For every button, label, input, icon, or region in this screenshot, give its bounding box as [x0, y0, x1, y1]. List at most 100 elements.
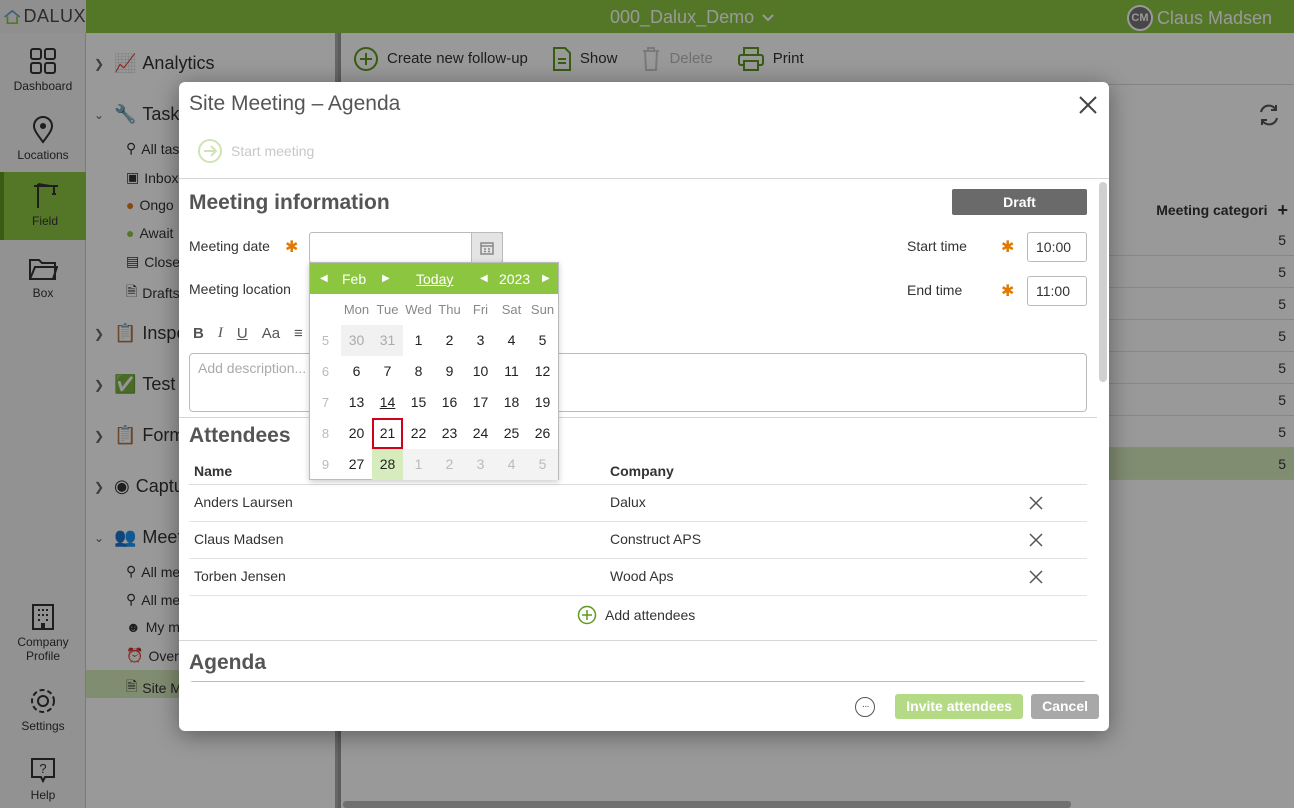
- next-year-icon[interactable]: ▶: [542, 273, 550, 284]
- attendee-company: Construct APS: [610, 531, 702, 547]
- calendar-day[interactable]: 3: [465, 325, 496, 356]
- calendar-day[interactable]: 21: [372, 418, 403, 449]
- meeting-date-label: Meeting date: [189, 238, 270, 254]
- calendar-day[interactable]: 8: [403, 356, 434, 387]
- weekday-header: Thu: [438, 302, 461, 317]
- rich-text-toolbar: B I U Aa ≡: [193, 325, 303, 342]
- more-options-icon[interactable]: ···: [855, 696, 876, 717]
- attendee-row: Claus Madsen Construct APS: [189, 522, 1087, 559]
- meeting-location-label: Meeting location: [189, 281, 291, 297]
- divider: [179, 640, 1097, 641]
- calendar-day[interactable]: 22: [403, 418, 434, 449]
- calendar-day[interactable]: 15: [403, 387, 434, 418]
- calendar-day[interactable]: 10: [465, 356, 496, 387]
- add-attendees-button[interactable]: Add attendees: [577, 605, 695, 625]
- start-time-input[interactable]: [1027, 232, 1087, 262]
- start-time-label: Start time: [907, 238, 967, 254]
- remove-attendee-icon[interactable]: [1029, 533, 1043, 547]
- date-picker-header: ◀ Feb ▶ Today ◀ 2023 ▶: [310, 263, 558, 294]
- start-meeting-label: Start meeting: [231, 143, 315, 159]
- dialog-footer: ··· Invite attendees Cancel: [179, 682, 1109, 731]
- calendar-day[interactable]: 27: [341, 449, 372, 480]
- calendar-button[interactable]: [471, 232, 503, 263]
- calendar-day[interactable]: 3: [465, 449, 496, 480]
- calendar-day[interactable]: 9: [434, 356, 465, 387]
- status-badge: Draft: [952, 189, 1087, 215]
- calendar-day[interactable]: 16: [434, 387, 465, 418]
- calendar-day[interactable]: 13: [341, 387, 372, 418]
- meeting-information-title: Meeting information: [189, 191, 390, 214]
- calendar-day[interactable]: 5: [527, 449, 558, 480]
- calendar-day[interactable]: 11: [496, 356, 527, 387]
- weekday-header: Fri: [472, 302, 489, 317]
- calendar-day[interactable]: 26: [527, 418, 558, 449]
- calendar-day[interactable]: 19: [527, 387, 558, 418]
- column-name: Name: [194, 463, 233, 479]
- attendee-name: Torben Jensen: [194, 568, 286, 584]
- attendee-company: Dalux: [610, 494, 646, 510]
- dialog-scrollbar[interactable]: [1099, 182, 1107, 382]
- calendar-day[interactable]: 28: [372, 449, 403, 480]
- required-asterisk-icon: ✱: [285, 239, 299, 256]
- calendar-day[interactable]: 7: [372, 356, 403, 387]
- prev-month-icon[interactable]: ◀: [320, 273, 328, 284]
- calendar-day[interactable]: 12: [527, 356, 558, 387]
- year-label[interactable]: 2023: [499, 271, 530, 287]
- end-time-input[interactable]: [1027, 276, 1087, 306]
- remove-attendee-icon[interactable]: [1029, 496, 1043, 510]
- attendee-name: Anders Laursen: [194, 494, 293, 510]
- attendee-row: Anders Laursen Dalux: [189, 485, 1087, 522]
- week-number: 9: [321, 457, 330, 472]
- bold-button[interactable]: B: [193, 325, 204, 342]
- start-meeting-button[interactable]: Start meeting: [197, 138, 314, 164]
- week-number: 5: [321, 333, 330, 348]
- calendar-day[interactable]: 5: [527, 325, 558, 356]
- italic-button[interactable]: I: [218, 325, 223, 342]
- calendar-day[interactable]: 31: [372, 325, 403, 356]
- attendee-row: Torben Jensen Wood Aps: [189, 559, 1087, 596]
- calendar-day[interactable]: 17: [465, 387, 496, 418]
- weekday-header: Wed: [405, 302, 432, 317]
- add-circle-icon: [577, 605, 597, 625]
- agenda-title: Agenda: [189, 651, 267, 674]
- calendar-day[interactable]: 30: [341, 325, 372, 356]
- arrow-right-circle-icon: [198, 139, 222, 163]
- calendar-day[interactable]: 24: [465, 418, 496, 449]
- month-label[interactable]: Feb: [342, 271, 366, 287]
- invite-attendees-button[interactable]: Invite attendees: [895, 694, 1024, 719]
- today-button[interactable]: Today: [416, 271, 453, 287]
- date-picker: ◀ Feb ▶ Today ◀ 2023 ▶ Mon Tue Wed Thu Fri Sa…: [309, 262, 559, 480]
- weekday-header: Sat: [501, 302, 522, 317]
- cancel-button[interactable]: Cancel: [1031, 694, 1099, 719]
- calendar-day[interactable]: 1: [403, 325, 434, 356]
- calendar-day[interactable]: 25: [496, 418, 527, 449]
- calendar-day[interactable]: 1: [403, 449, 434, 480]
- required-asterisk-icon: ✱: [1001, 283, 1015, 300]
- close-icon[interactable]: [1077, 94, 1099, 116]
- align-icon[interactable]: ≡: [294, 325, 303, 342]
- calendar-day[interactable]: 4: [496, 325, 527, 356]
- week-number: 7: [321, 395, 330, 410]
- calendar-day[interactable]: 20: [341, 418, 372, 449]
- underline-button[interactable]: U: [237, 325, 248, 342]
- add-attendees-label: Add attendees: [605, 607, 696, 623]
- calendar-day[interactable]: 23: [434, 418, 465, 449]
- required-asterisk-icon: ✱: [1001, 239, 1015, 256]
- calendar-day[interactable]: 14: [372, 387, 403, 418]
- next-month-icon[interactable]: ▶: [382, 273, 390, 284]
- font-size-button[interactable]: Aa: [262, 325, 280, 342]
- calendar-day[interactable]: 4: [496, 449, 527, 480]
- prev-year-icon[interactable]: ◀: [480, 273, 488, 284]
- calendar-day[interactable]: 2: [434, 449, 465, 480]
- calendar-day[interactable]: 18: [496, 387, 527, 418]
- week-number: 8: [321, 426, 330, 441]
- week-number: 6: [321, 364, 330, 379]
- calendar-day[interactable]: 6: [341, 356, 372, 387]
- end-time-label: End time: [907, 282, 963, 298]
- calendar-icon: [480, 241, 494, 255]
- weekday-header: Tue: [376, 302, 399, 317]
- remove-attendee-icon[interactable]: [1029, 570, 1043, 584]
- column-company: Company: [610, 463, 674, 479]
- weekday-header: Mon: [343, 302, 370, 317]
- calendar-day[interactable]: 2: [434, 325, 465, 356]
